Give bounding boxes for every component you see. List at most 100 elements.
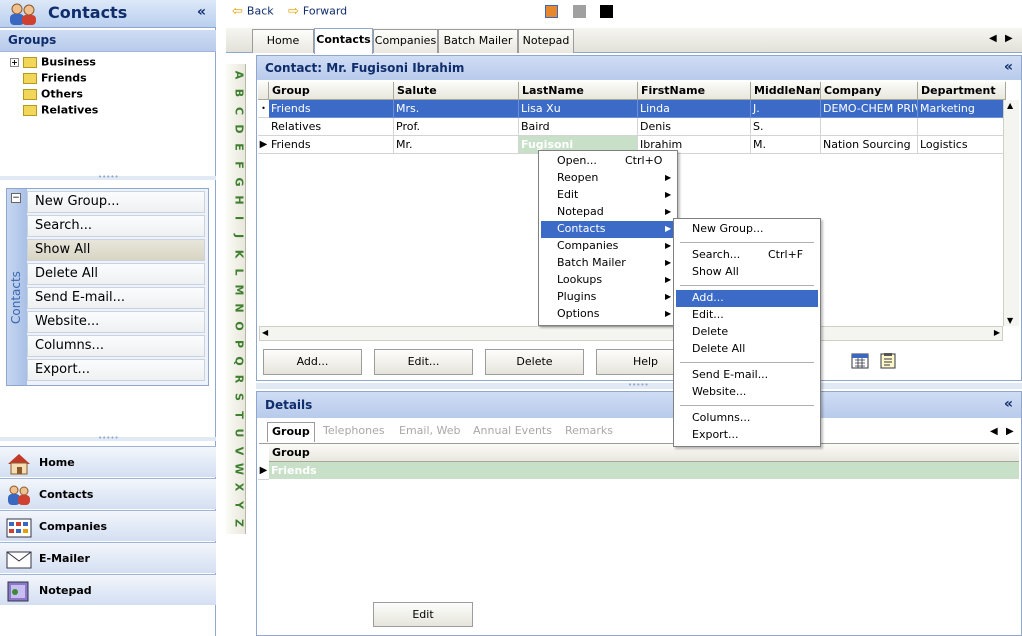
menu-item-companies[interactable]: Companies ▶	[541, 238, 675, 255]
alpha-l[interactable]: L	[228, 264, 246, 279]
cell-company[interactable]	[821, 118, 918, 136]
scroll-left-icon[interactable]: ◀	[262, 328, 268, 337]
nav-notepad[interactable]: Notepad	[0, 574, 216, 605]
alpha-p[interactable]: P	[228, 336, 246, 351]
menu-item-edit[interactable]: Edit ▶	[541, 187, 675, 204]
scroll-up-icon[interactable]: ▲	[1007, 101, 1013, 110]
left-splitter-bottom[interactable]: •••••	[0, 434, 216, 442]
details-tab-left-icon[interactable]: ◀	[990, 426, 998, 437]
action-show-all[interactable]: Show All	[27, 239, 205, 261]
alpha-w[interactable]: W	[228, 461, 246, 476]
table-row[interactable]: Relatives Prof. Baird Denis S.	[269, 118, 1006, 136]
back-button[interactable]: ⇦ Back	[232, 4, 274, 19]
cell-group[interactable]: Relatives	[269, 118, 394, 136]
alpha-q[interactable]: Q	[228, 354, 246, 369]
submenu-item-search[interactable]: Search... Ctrl+F	[676, 247, 818, 264]
submenu-item-show-all[interactable]: Show All	[676, 264, 818, 281]
menu-item-contacts[interactable]: Contacts ▶	[541, 221, 675, 238]
forward-button[interactable]: ⇨ Forward	[288, 4, 347, 19]
alpha-f[interactable]: F	[228, 157, 246, 172]
submenu-item-delete-all[interactable]: Delete All	[676, 341, 818, 358]
cell-company[interactable]: Nation Sourcing	[821, 136, 918, 154]
nav-companies[interactable]: Companies	[0, 510, 216, 541]
alpha-h[interactable]: H	[228, 193, 246, 208]
action-website[interactable]: Website...	[27, 311, 205, 333]
action-new-group[interactable]: New Group...	[27, 191, 205, 213]
column-header-group[interactable]: Group	[269, 82, 394, 100]
cell-salute[interactable]: Prof.	[394, 118, 519, 136]
alpha-d[interactable]: D	[228, 121, 246, 136]
cell-lastname[interactable]: Lisa Xu	[519, 100, 638, 118]
cell-middlename[interactable]: J.	[751, 100, 821, 118]
submenu-item-edit[interactable]: Edit...	[676, 307, 818, 324]
nav-contacts[interactable]: Contacts	[0, 478, 216, 509]
cell-salute[interactable]: Mrs.	[394, 100, 519, 118]
action-send-e-mail[interactable]: Send E-mail...	[27, 287, 205, 309]
cell-lastname[interactable]: Baird	[519, 118, 638, 136]
details-edit-button[interactable]: Edit	[373, 602, 473, 627]
details-row[interactable]: Friends	[269, 462, 1019, 479]
alpha-s[interactable]: S	[228, 390, 246, 405]
tab-scroll-right-icon[interactable]: ▶	[1005, 33, 1013, 44]
action-delete-all[interactable]: Delete All	[27, 263, 205, 285]
add-button[interactable]: Add...	[263, 349, 362, 375]
menu-item-notepad[interactable]: Notepad ▶	[541, 204, 675, 221]
alpha-t[interactable]: T	[228, 408, 246, 423]
menu-item-lookups[interactable]: Lookups ▶	[541, 272, 675, 289]
calendar-icon[interactable]	[851, 353, 869, 369]
menu-item-options[interactable]: Options ▶	[541, 306, 675, 323]
color-swatch-gray[interactable]	[573, 5, 586, 18]
details-tab-annual-events[interactable]: Annual Events	[473, 422, 552, 442]
details-tab-right-icon[interactable]: ▶	[1006, 426, 1014, 437]
main-splitter[interactable]: •••••	[256, 381, 1022, 389]
menu-item-reopen[interactable]: Reopen ▶	[541, 170, 675, 187]
collapse-left-icon[interactable]: «	[197, 4, 206, 20]
scroll-down-icon[interactable]: ▼	[1007, 316, 1013, 325]
alpha-g[interactable]: G	[228, 175, 246, 190]
collapse-contact-icon[interactable]: «	[1004, 59, 1013, 75]
alpha-o[interactable]: O	[228, 318, 246, 333]
tree-item-business[interactable]: + Business	[10, 55, 96, 71]
tab-companies[interactable]: Companies	[373, 29, 438, 53]
details-tab-group[interactable]: Group	[267, 422, 315, 442]
tab-contacts[interactable]: Contacts	[314, 28, 373, 54]
column-header-middlename[interactable]: MiddleName	[751, 82, 821, 100]
details-tab-remarks[interactable]: Remarks	[565, 422, 613, 442]
tab-scroll-left-icon[interactable]: ◀	[989, 33, 997, 44]
alpha-b[interactable]: B	[228, 85, 246, 100]
column-header-salute[interactable]: Salute	[394, 82, 519, 100]
alpha-c[interactable]: C	[228, 103, 246, 118]
tree-item-relatives[interactable]: Relatives	[10, 103, 98, 119]
alpha-x[interactable]: X	[228, 479, 246, 494]
column-header-department[interactable]: Department	[918, 82, 1006, 100]
edit-button[interactable]: Edit...	[374, 349, 473, 375]
alpha-v[interactable]: V	[228, 443, 246, 458]
alpha-n[interactable]: N	[228, 300, 246, 315]
column-header-company[interactable]: Company	[821, 82, 918, 100]
table-row[interactable]: FriendsMrs.Lisa XuLindaJ.DEMO-CHEM PRIVA…	[269, 100, 1006, 118]
cell-firstname[interactable]: Linda	[638, 100, 751, 118]
nav-home[interactable]: Home	[0, 446, 216, 477]
alpha-r[interactable]: R	[228, 372, 246, 387]
action-export[interactable]: Export...	[27, 359, 205, 381]
column-header-lastname[interactable]: LastName	[519, 82, 638, 100]
scroll-right-icon[interactable]: ▶	[994, 328, 1000, 337]
tab-home[interactable]: Home	[252, 29, 314, 53]
cell-middlename[interactable]: S.	[751, 118, 821, 136]
submenu-item-columns[interactable]: Columns...	[676, 410, 818, 427]
submenu-item-new-group[interactable]: New Group...	[676, 221, 818, 238]
grid-horizontal-scrollbar[interactable]: ◀ ▶	[259, 326, 1003, 341]
tree-item-others[interactable]: Others	[10, 87, 83, 103]
action-search[interactable]: Search...	[27, 215, 205, 237]
alpha-k[interactable]: K	[228, 247, 246, 262]
submenu-item-add[interactable]: Add...	[676, 290, 818, 307]
cell-firstname[interactable]: Denis	[638, 118, 751, 136]
action-columns[interactable]: Columns...	[27, 335, 205, 357]
expand-icon[interactable]: +	[10, 57, 19, 67]
submenu-item-export[interactable]: Export...	[676, 427, 818, 444]
alpha-z[interactable]: Z	[228, 515, 246, 530]
delete-button[interactable]: Delete	[485, 349, 584, 375]
tab-batch-mailer[interactable]: Batch Mailer	[438, 29, 518, 53]
cell-group[interactable]: Friends	[269, 100, 394, 118]
submenu-item-send-e-mail[interactable]: Send E-mail...	[676, 367, 818, 384]
